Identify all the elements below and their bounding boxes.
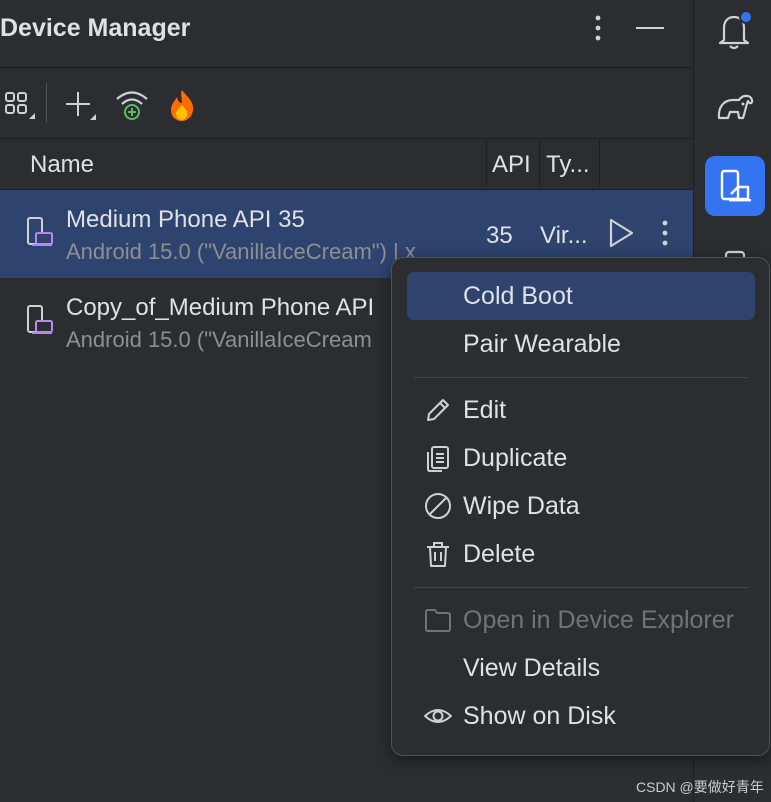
duplicate-icon <box>427 446 449 472</box>
menu-item-label: Edit <box>463 396 507 424</box>
start-device-button[interactable] <box>604 216 638 250</box>
flame-icon <box>171 90 194 121</box>
menu-item-show-on-disk[interactable]: Show on Disk <box>407 692 755 740</box>
menu-item-cold-boot[interactable]: Cold Boot <box>407 272 755 320</box>
phone-device-icon <box>27 217 53 246</box>
watermark: CSDN @要做好青年 <box>636 779 764 795</box>
menu-separator <box>414 377 748 378</box>
device-type: Vir... <box>540 222 588 249</box>
menu-item-label: Delete <box>463 540 536 568</box>
menu-item-duplicate[interactable]: Duplicate <box>407 434 755 482</box>
options-kebab-button[interactable] <box>580 10 616 46</box>
folder-icon <box>425 609 451 632</box>
prohibit-icon <box>425 493 451 519</box>
gradle-button[interactable] <box>705 76 765 136</box>
menu-item-label: Cold Boot <box>463 282 573 310</box>
wifi-pair-icon <box>116 91 148 120</box>
device-name: Medium Phone API 35 <box>66 206 305 233</box>
firebase-button[interactable] <box>162 85 202 125</box>
menu-item-wipe-data[interactable]: Wipe Data <box>407 482 755 530</box>
device-name: Copy_of_Medium Phone API <box>66 294 375 321</box>
column-name[interactable]: Name <box>30 151 94 179</box>
group-by-button[interactable] <box>0 85 40 125</box>
menu-item-label: Wipe Data <box>463 492 580 520</box>
column-divider[interactable] <box>539 140 540 186</box>
device-manager-tool-button[interactable] <box>705 156 765 216</box>
toolbar-separator <box>46 83 47 123</box>
minimize-icon <box>636 27 664 29</box>
column-divider[interactable] <box>486 140 487 186</box>
menu-item-edit[interactable]: Edit <box>407 386 755 434</box>
table-header: Name API Ty... <box>0 140 693 190</box>
menu-item-label: View Details <box>463 654 601 682</box>
column-api[interactable]: API <box>492 151 531 179</box>
notifications-button[interactable] <box>705 0 765 60</box>
trash-icon <box>427 542 449 567</box>
device-subtitle: Android 15.0 ("VanillaIceCream <box>66 327 372 352</box>
vertical-ellipsis-icon <box>595 15 601 41</box>
elephant-icon <box>717 94 754 120</box>
panel-header: Device Manager <box>0 0 693 68</box>
menu-item-view-details[interactable]: View Details <box>407 644 755 692</box>
plus-dropdown-icon <box>66 92 96 120</box>
eye-icon <box>424 709 452 723</box>
bell-icon <box>718 10 753 50</box>
device-actions-kebab-icon[interactable] <box>650 216 680 250</box>
menu-item-label: Pair Wearable <box>463 330 621 358</box>
column-type[interactable]: Ty... <box>546 151 590 179</box>
menu-item-label: Duplicate <box>463 444 568 472</box>
device-context-menu: Cold Boot Pair Wearable Edit Duplicate W… <box>391 257 770 756</box>
menu-item-label: Show on Disk <box>463 702 616 730</box>
menu-separator <box>414 587 748 588</box>
pencil-icon <box>427 399 449 421</box>
pair-wifi-button[interactable] <box>112 85 152 125</box>
menu-item-pair-wearable[interactable]: Pair Wearable <box>407 320 755 368</box>
menu-item-delete[interactable]: Delete <box>407 530 755 578</box>
ide-window: Device Manager Name API Ty... Medium Pho… <box>0 0 771 802</box>
device-api: 35 <box>486 222 513 249</box>
grid-dropdown-icon <box>5 92 35 119</box>
menu-item-label: Open in Device Explorer <box>463 606 734 634</box>
phone-device-icon <box>27 305 53 334</box>
device-manager-icon <box>720 169 751 202</box>
device-toolbar <box>0 69 693 139</box>
column-divider[interactable] <box>599 140 600 186</box>
minimize-button[interactable] <box>632 10 668 46</box>
device-subtitle: Android 15.0 ("VanillaIceCream") | x <box>66 239 416 264</box>
menu-item-open-in-device-explorer: Open in Device Explorer <box>407 596 755 644</box>
add-device-button[interactable] <box>60 85 100 125</box>
panel-title: Device Manager <box>0 14 191 42</box>
